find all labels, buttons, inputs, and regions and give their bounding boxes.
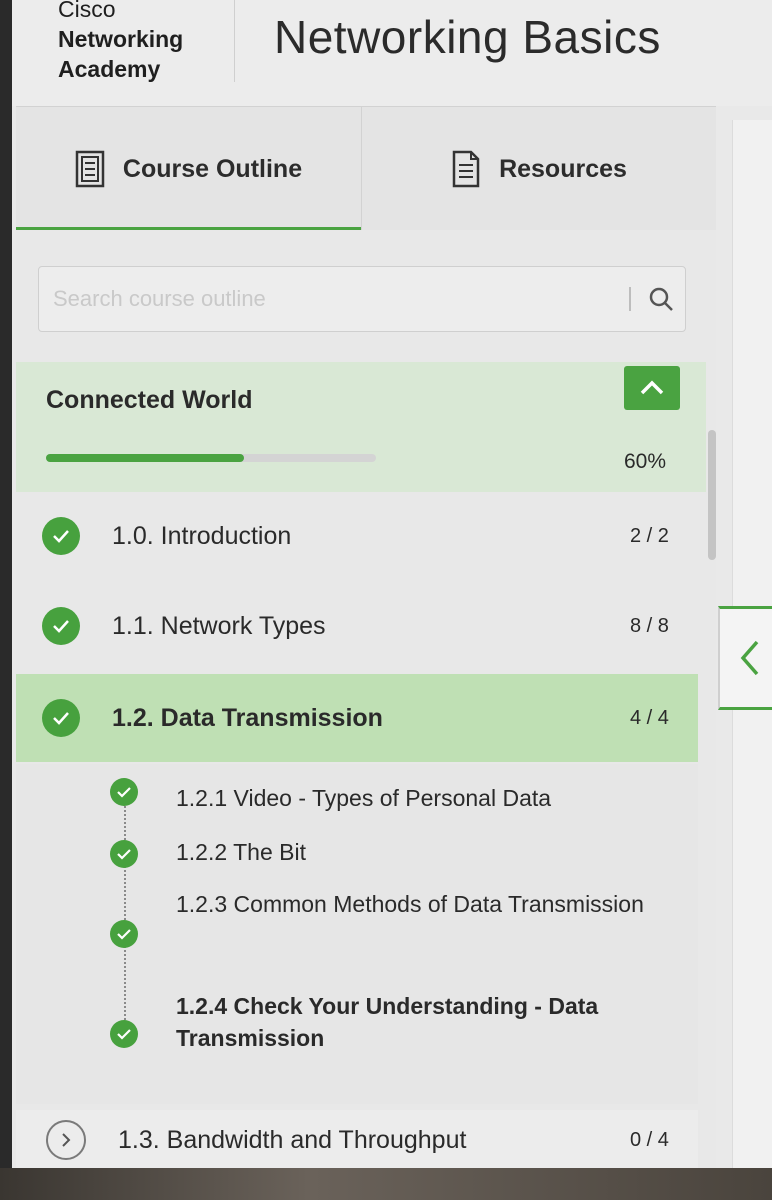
search-input[interactable] xyxy=(51,279,595,319)
topic-label: 1.2. Data Transmission xyxy=(112,703,383,732)
topic-label: 1.1. Network Types xyxy=(112,611,326,640)
search-separator xyxy=(629,287,631,311)
topic-count: 2 / 2 xyxy=(630,524,669,547)
check-icon xyxy=(110,778,138,806)
logo-line-3: Academy xyxy=(58,56,161,82)
logo-line-1: Cisco xyxy=(58,0,116,22)
outline-icon xyxy=(75,150,105,188)
search-icon[interactable] xyxy=(647,285,675,313)
document-icon xyxy=(452,150,480,188)
module-progress-fill xyxy=(46,454,244,462)
subtopic-connector-line xyxy=(124,794,126,1044)
subtopic-label: 1.2.3 Common Methods of Data Transmissio… xyxy=(176,891,644,917)
tab-resources-label: Resources xyxy=(499,154,627,183)
module-progress-percent: 60% xyxy=(624,450,667,473)
topic-count: 0 / 4 xyxy=(630,1128,669,1151)
subtopic-item-current[interactable]: 1.2.4 Check Your Understanding - Data Tr… xyxy=(110,993,598,1051)
module-header[interactable]: Connected World xyxy=(16,362,706,492)
module-progress-bar xyxy=(46,454,376,462)
header: Cisco Networking Academy Networking Basi… xyxy=(12,0,772,106)
topic-row-data-transmission[interactable]: 1.2. Data Transmission 4 / 4 xyxy=(16,674,698,762)
logo-line-2: Networking xyxy=(58,26,184,52)
collapse-module-button[interactable] xyxy=(624,366,680,410)
collapse-sidebar-button[interactable] xyxy=(718,606,772,710)
chevron-up-icon xyxy=(640,380,664,395)
tab-resources[interactable]: Resources xyxy=(362,107,716,231)
check-icon xyxy=(110,920,138,948)
desk-background xyxy=(0,1168,772,1200)
check-icon xyxy=(42,699,80,737)
module-title: Connected World xyxy=(46,386,253,414)
subtopic-item[interactable]: 1.2.2 The Bit xyxy=(110,839,306,868)
topic-count: 4 / 4 xyxy=(630,706,669,729)
subtopic-list: 1.2.1 Video - Types of Personal Data 1.2… xyxy=(16,764,698,1104)
subtopic-label: 1.2.1 Video - Types of Personal Data xyxy=(176,785,552,811)
tab-course-outline-label: Course Outline xyxy=(122,154,303,183)
topic-label: 1.0. Introduction xyxy=(112,521,292,550)
course-title: Networking Basics xyxy=(274,11,661,63)
check-icon xyxy=(110,1020,138,1048)
header-divider xyxy=(234,0,235,82)
tab-course-outline[interactable]: Course Outline xyxy=(16,107,362,231)
app-screen: Cisco Networking Academy Networking Basi… xyxy=(12,0,772,1168)
cisco-networking-academy-logo[interactable]: Cisco Networking Academy xyxy=(58,0,228,84)
subtopic-item[interactable]: 1.2.1 Video - Types of Personal Data xyxy=(110,778,551,811)
check-icon xyxy=(110,840,138,868)
check-icon xyxy=(42,517,80,555)
outline-tabs: Course Outline Resources xyxy=(16,106,716,231)
chevron-right-icon xyxy=(46,1120,86,1160)
topic-row-network-types[interactable]: 1.1. Network Types 8 / 8 xyxy=(16,582,698,670)
course-outline-panel: Connected World 60% 1.0. Introduction 2 … xyxy=(16,230,716,1168)
check-icon xyxy=(42,607,80,645)
outline-scrollbar[interactable] xyxy=(708,430,716,560)
topic-count: 8 / 8 xyxy=(630,614,669,637)
search-box xyxy=(38,266,686,332)
chevron-left-icon xyxy=(740,640,759,676)
topic-row-introduction[interactable]: 1.0. Introduction 2 / 2 xyxy=(16,492,698,580)
topic-label: 1.3. Bandwidth and Throughput xyxy=(118,1125,467,1154)
topic-row-bandwidth[interactable]: 1.3. Bandwidth and Throughput 0 / 4 xyxy=(16,1110,698,1168)
subtopic-label: 1.2.2 The Bit xyxy=(176,839,306,865)
subtopic-label: 1.2.4 Check Your Understanding - Data Tr… xyxy=(176,993,599,1051)
subtopic-item[interactable]: 1.2.3 Common Methods of Data Transmissio… xyxy=(110,891,644,948)
